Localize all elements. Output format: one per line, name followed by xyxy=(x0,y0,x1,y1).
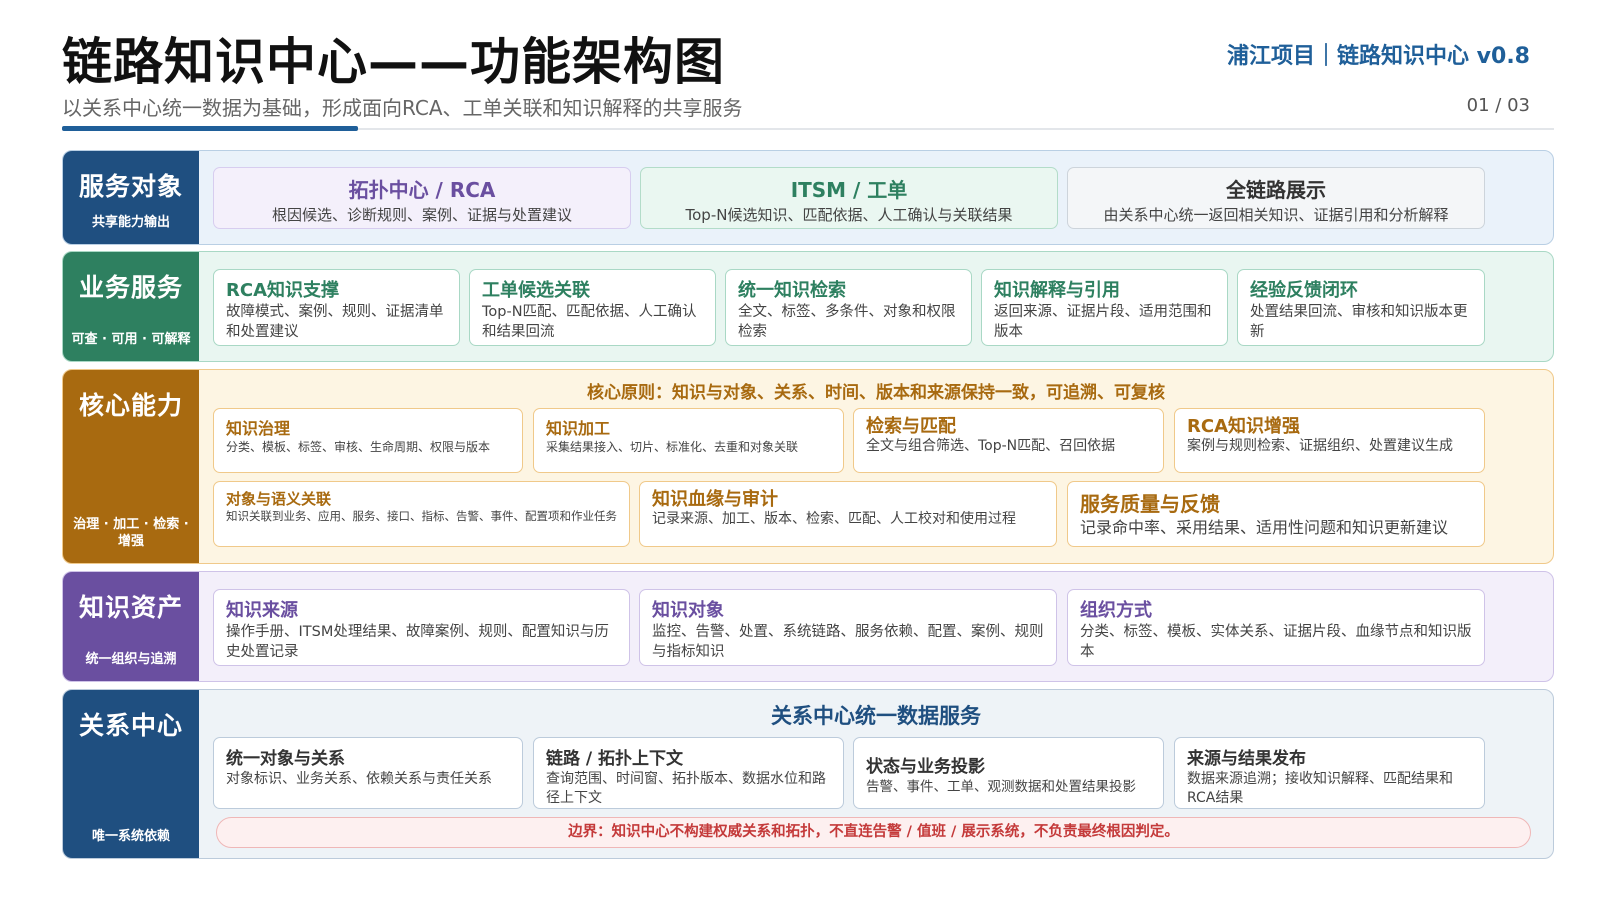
card-desc: 采集结果接入、切片、标准化、去重和对象关联 xyxy=(546,440,799,454)
card-title: 链路 / 拓扑上下文 xyxy=(546,749,684,769)
card-title: 知识解释与引用 xyxy=(994,280,1120,301)
card-desc: 根因候选、诊断规则、案例、证据与处置建议 xyxy=(271,206,572,224)
band-label-knowledge-assets: 知识资产 统一组织与追溯 xyxy=(63,572,199,681)
core-card-quality-feedback: 服务质量与反馈 记录命中率、采用结果、适用性问题和知识更新建议 xyxy=(1067,481,1485,547)
project-brand: 浦江项目｜链路知识中心 v0.8 xyxy=(1227,44,1530,69)
asset-card-sources: 知识来源 操作手册、ITSM处理结果、故障案例、规则、配置知识与历史处置记录 xyxy=(213,589,630,666)
card-title: 对象与语义关联 xyxy=(226,490,332,508)
band-title: 关系中心 xyxy=(78,711,183,740)
card-desc: 全文、标签、多条件、对象和权限检索 xyxy=(738,304,956,340)
card-desc: 分类、模板、标签、审核、生命周期、权限与版本 xyxy=(226,440,491,454)
card-desc: 数据来源追溯；接收知识解释、匹配结果和RCA结果 xyxy=(1187,771,1453,806)
card-title: 组织方式 xyxy=(1080,600,1152,621)
asset-card-organization: 组织方式 分类、标签、模板、实体关系、证据片段、血缘节点和知识版本 xyxy=(1067,589,1485,666)
card-desc: 操作手册、ITSM处理结果、故障案例、规则、配置知识与历史处置记录 xyxy=(226,624,609,660)
card-desc: 处置结果回流、审核和知识版本更新 xyxy=(1250,304,1468,340)
service-card-topology-rca: 拓扑中心 / RCA 根因候选、诊断规则、案例、证据与处置建议 xyxy=(213,167,631,229)
band-subtitle: 共享能力输出 xyxy=(91,215,170,231)
band-title: 核心能力 xyxy=(78,391,183,420)
card-title: 工单候选关联 xyxy=(482,280,590,301)
card-title: RCA知识增强 xyxy=(1187,416,1301,437)
core-card-governance: 知识治理 分类、模板、标签、审核、生命周期、权限与版本 xyxy=(213,408,523,473)
relation-center-title: 关系中心统一数据服务 xyxy=(771,704,981,728)
card-desc: 记录来源、加工、版本、检索、匹配、人工校对和使用过程 xyxy=(652,511,1016,527)
band-label-relation-center: 关系中心 唯一系统依赖 xyxy=(63,690,199,858)
business-card-unified-search: 统一知识检索 全文、标签、多条件、对象和权限检索 xyxy=(725,269,972,346)
core-card-lineage-audit: 知识血缘与审计 记录来源、加工、版本、检索、匹配、人工校对和使用过程 xyxy=(639,481,1057,547)
core-card-rca-enhancement: RCA知识增强 案例与规则检索、证据组织、处置建议生成 xyxy=(1174,408,1485,473)
card-title: ITSM / 工单 xyxy=(790,178,908,202)
card-desc: 分类、标签、模板、实体关系、证据片段、血缘节点和知识版本 xyxy=(1080,624,1472,660)
card-desc: 返回来源、证据片段、适用范围和版本 xyxy=(994,304,1212,340)
relation-card-source-publish: 来源与结果发布 数据来源追溯；接收知识解释、匹配结果和RCA结果 xyxy=(1174,737,1485,809)
card-title: 经验反馈闭环 xyxy=(1250,280,1358,301)
band-subtitle: 统一组织与追溯 xyxy=(85,652,177,668)
card-title: 服务质量与反馈 xyxy=(1080,492,1220,516)
card-desc: 查询范围、时间窗、拓扑版本、数据水位和路径上下文 xyxy=(546,771,826,806)
band-subtitle: 唯一系统依赖 xyxy=(91,829,170,845)
card-title: 知识对象 xyxy=(652,600,724,621)
card-title: 知识治理 xyxy=(226,419,291,438)
band-core-capabilities: 核心能力 治理 · 加工 · 检索 · 增强 核心原则：知识与对象、关系、时间、… xyxy=(62,369,1554,564)
card-title: 知识加工 xyxy=(546,419,611,438)
band-label-business-services: 业务服务 可查 · 可用 · 可解释 xyxy=(63,252,199,361)
card-desc: 故障模式、案例、规则、证据清单和处置建议 xyxy=(226,304,444,340)
relation-card-objects-relations: 统一对象与关系 对象标识、业务关系、依赖关系与责任关系 xyxy=(213,737,523,809)
band-title: 服务对象 xyxy=(78,172,183,201)
business-card-feedback-loop: 经验反馈闭环 处置结果回流、审核和知识版本更新 xyxy=(1237,269,1485,346)
band-label-core-capabilities: 核心能力 治理 · 加工 · 检索 · 增强 xyxy=(63,370,199,563)
card-title: 知识血缘与审计 xyxy=(652,489,778,510)
card-desc: 由关系中心统一返回相关知识、证据引用和分析解释 xyxy=(1103,206,1449,224)
card-title: RCA知识支撑 xyxy=(226,280,340,301)
core-card-search-matching: 检索与匹配 全文与组合筛选、Top-N匹配、召回依据 xyxy=(853,408,1164,473)
card-title: 统一知识检索 xyxy=(738,280,846,301)
page-subtitle: 以关系中心统一数据为基础，形成面向RCA、工单关联和知识解释的共享服务 xyxy=(62,96,743,120)
card-desc: 记录命中率、采用结果、适用性问题和知识更新建议 xyxy=(1080,518,1449,537)
service-card-full-link: 全链路展示 由关系中心统一返回相关知识、证据引用和分析解释 xyxy=(1067,167,1485,229)
band-title: 知识资产 xyxy=(78,593,183,622)
page-number: 01 / 03 xyxy=(1466,95,1530,116)
card-title: 来源与结果发布 xyxy=(1187,749,1306,769)
band-label-service-objects: 服务对象 共享能力输出 xyxy=(63,151,199,244)
band-subtitle: 可查 · 可用 · 可解释 xyxy=(71,332,191,348)
page-title: 链路知识中心——功能架构图 xyxy=(62,33,725,91)
relation-card-state-projection: 状态与业务投影 告警、事件、工单、观测数据和处置结果投影 xyxy=(853,737,1164,809)
card-title: 知识来源 xyxy=(226,600,298,621)
relation-card-topology-context: 链路 / 拓扑上下文 查询范围、时间窗、拓扑版本、数据水位和路径上下文 xyxy=(533,737,844,809)
band-subtitle: 治理 · 加工 · 检索 · 增强 xyxy=(73,517,189,550)
band-relation-center: 关系中心 唯一系统依赖 关系中心统一数据服务 统一对象与关系 对象标识、业务关系… xyxy=(62,689,1554,859)
boundary-note: 边界：知识中心不构建权威关系和拓扑，不直连告警 / 值班 / 展示系统，不负责最… xyxy=(216,817,1531,848)
service-card-itsm: ITSM / 工单 Top-N候选知识、匹配依据、人工确认与关联结果 xyxy=(640,167,1058,229)
band-business-services: 业务服务 可查 · 可用 · 可解释 RCA知识支撑 故障模式、案例、规则、证据… xyxy=(62,251,1554,362)
card-desc: Top-N匹配、匹配依据、人工确认和结果回流 xyxy=(482,304,697,340)
card-desc: 知识关联到业务、应用、服务、接口、指标、告警、事件、配置项和作业任务 xyxy=(226,509,617,523)
business-card-rca-support: RCA知识支撑 故障模式、案例、规则、证据清单和处置建议 xyxy=(213,269,460,346)
card-desc: 对象标识、业务关系、依赖关系与责任关系 xyxy=(226,771,492,787)
band-title: 业务服务 xyxy=(78,273,183,302)
card-title: 检索与匹配 xyxy=(866,416,956,437)
card-desc: Top-N候选知识、匹配依据、人工确认与关联结果 xyxy=(685,206,1013,224)
card-title: 状态与业务投影 xyxy=(866,757,985,777)
business-card-explanation: 知识解释与引用 返回来源、证据片段、适用范围和版本 xyxy=(981,269,1228,346)
band-knowledge-assets: 知识资产 统一组织与追溯 知识来源 操作手册、ITSM处理结果、故障案例、规则、… xyxy=(62,571,1554,682)
card-title: 拓扑中心 / RCA xyxy=(348,178,496,202)
asset-card-objects: 知识对象 监控、告警、处置、系统链路、服务依赖、配置、案例、规则与指标知识 xyxy=(639,589,1057,666)
card-desc: 告警、事件、工单、观测数据和处置结果投影 xyxy=(866,779,1136,795)
core-card-semantic-association: 对象与语义关联 知识关联到业务、应用、服务、接口、指标、告警、事件、配置项和作业… xyxy=(213,481,630,547)
card-desc: 案例与规则检索、证据组织、处置建议生成 xyxy=(1187,438,1453,454)
core-card-processing: 知识加工 采集结果接入、切片、标准化、去重和对象关联 xyxy=(533,408,844,473)
card-title: 全链路展示 xyxy=(1226,178,1326,202)
band-service-objects: 服务对象 共享能力输出 拓扑中心 / RCA 根因候选、诊断规则、案例、证据与处… xyxy=(62,150,1554,245)
card-title: 统一对象与关系 xyxy=(226,749,345,769)
core-principle: 核心原则：知识与对象、关系、时间、版本和来源保持一致，可追溯、可复核 xyxy=(587,383,1165,403)
header-divider-accent xyxy=(62,126,358,131)
card-desc: 全文与组合筛选、Top-N匹配、召回依据 xyxy=(866,438,1116,454)
card-desc: 监控、告警、处置、系统链路、服务依赖、配置、案例、规则与指标知识 xyxy=(652,624,1044,660)
business-card-ticket-matching: 工单候选关联 Top-N匹配、匹配依据、人工确认和结果回流 xyxy=(469,269,716,346)
